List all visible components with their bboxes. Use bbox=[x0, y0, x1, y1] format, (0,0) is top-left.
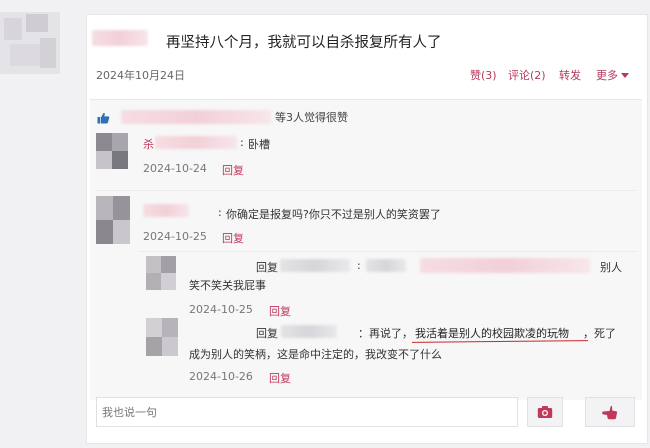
avatar[interactable] bbox=[146, 256, 176, 290]
reply-link[interactable]: 回复 bbox=[222, 230, 244, 246]
comment-button[interactable]: 评论(2) bbox=[508, 67, 546, 83]
reply-date: 2024-10-26 bbox=[189, 370, 253, 383]
divider bbox=[138, 251, 636, 252]
send-button[interactable] bbox=[585, 397, 635, 427]
reply-link[interactable]: 回复 bbox=[222, 162, 244, 178]
avatar[interactable] bbox=[146, 318, 178, 356]
comment-input-placeholder: 我也说一句 bbox=[102, 406, 157, 419]
reply-text-part2: ，死了 bbox=[583, 327, 616, 340]
reply-target-name-redacted[interactable] bbox=[280, 259, 350, 272]
more-label: 更多 bbox=[596, 69, 618, 82]
divider bbox=[96, 190, 636, 191]
reply-text-redacted bbox=[420, 258, 590, 273]
more-button[interactable]: 更多 bbox=[596, 67, 629, 83]
reply-target-name-redacted[interactable] bbox=[281, 325, 337, 338]
commenter-name-redacted[interactable] bbox=[155, 136, 237, 149]
reply-prefix: 回复 bbox=[256, 261, 278, 274]
pointing-hand-icon bbox=[602, 405, 618, 420]
comment-colon: : bbox=[218, 206, 222, 219]
likers-names-redacted[interactable] bbox=[121, 110, 271, 124]
reply-link[interactable]: 回复 bbox=[269, 370, 291, 386]
comment-date: 2024-10-25 bbox=[143, 230, 207, 243]
comment-date: 2024-10-24 bbox=[143, 162, 207, 175]
avatar[interactable] bbox=[96, 133, 128, 169]
reply-text-line2: 笑不笑关我屁事 bbox=[189, 279, 266, 292]
reply-date: 2024-10-25 bbox=[189, 303, 253, 316]
reply-colon: : bbox=[357, 259, 361, 272]
chevron-down-icon bbox=[621, 73, 629, 78]
photo-button[interactable] bbox=[527, 397, 563, 427]
status-date: 2024年10月24日 bbox=[96, 69, 185, 82]
reply-text-part1: ：再说了， bbox=[358, 327, 413, 340]
status-author-name-redacted[interactable] bbox=[92, 30, 148, 46]
reply-link[interactable]: 回复 bbox=[269, 303, 291, 319]
like-thumb-icon bbox=[97, 109, 110, 124]
status-text: 再坚持八个月，我就可以自杀报复所有人了 bbox=[166, 35, 442, 51]
comment-input[interactable] bbox=[96, 397, 518, 427]
reply-prefix: 回复 bbox=[256, 327, 278, 340]
commenter-name-prefix[interactable]: 杀 bbox=[143, 136, 154, 152]
comment-text: 你确定是报复吗?你只不过是别人的笑资罢了 bbox=[226, 208, 441, 221]
comment-colon: : bbox=[240, 136, 244, 149]
avatar[interactable] bbox=[96, 196, 130, 244]
reply-text-redacted bbox=[366, 259, 406, 272]
comment-text: 卧槽 bbox=[248, 138, 270, 151]
reply-text-line2: 成为别人的笑柄，这是命中注定的，我改变不了什么 bbox=[189, 348, 442, 361]
praise-button[interactable]: 赞(3) bbox=[470, 67, 497, 83]
reply-text-tail: 别人 bbox=[600, 261, 622, 274]
commenter-name-redacted[interactable] bbox=[143, 204, 189, 217]
likes-summary: 等3人觉得很赞 bbox=[275, 111, 348, 124]
forward-button[interactable]: 转发 bbox=[559, 67, 581, 83]
camera-icon bbox=[537, 406, 553, 418]
side-avatar[interactable] bbox=[0, 12, 60, 74]
reply-text-highlight: 我活着是别人的校园欺凌的玩物 bbox=[415, 327, 569, 340]
